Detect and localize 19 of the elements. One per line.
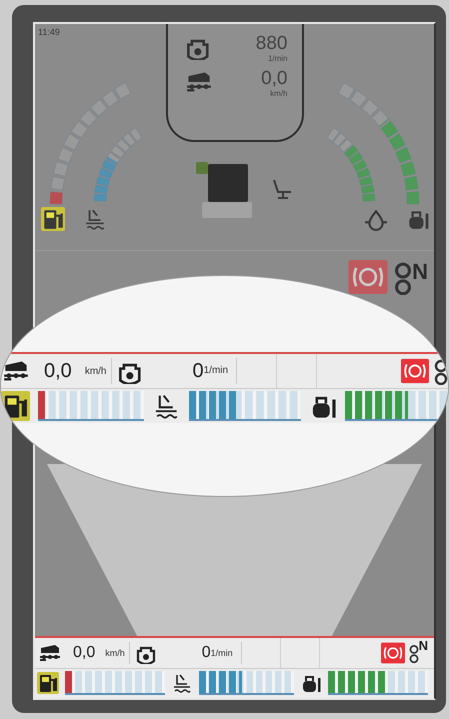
reading-unit: km/h bbox=[270, 89, 288, 98]
gear-letter: N bbox=[412, 259, 428, 285]
drop-icon bbox=[364, 207, 388, 231]
gear-icon bbox=[434, 357, 448, 385]
reading-unit: 1/min bbox=[268, 54, 288, 63]
clock-time: 11:49 bbox=[37, 26, 61, 39]
speed-value: 0,0 bbox=[73, 644, 96, 662]
speed-unit: km/h bbox=[105, 648, 125, 658]
speed-unit: km/h bbox=[84, 366, 106, 376]
reading-value: 0,0 bbox=[261, 69, 288, 89]
speed-value: 0,0 bbox=[44, 360, 72, 382]
engine-speed-value: 0 bbox=[202, 644, 211, 662]
tractor-speed-icon bbox=[39, 642, 61, 664]
engine-speed-unit: 1/min bbox=[204, 365, 228, 376]
gear-icon bbox=[408, 642, 419, 664]
engine-speed-unit: 1/min bbox=[210, 648, 233, 658]
reading-value: 880 bbox=[256, 34, 288, 54]
gear-letter: N bbox=[418, 638, 428, 653]
engine-speed-value: 0 bbox=[192, 360, 204, 382]
